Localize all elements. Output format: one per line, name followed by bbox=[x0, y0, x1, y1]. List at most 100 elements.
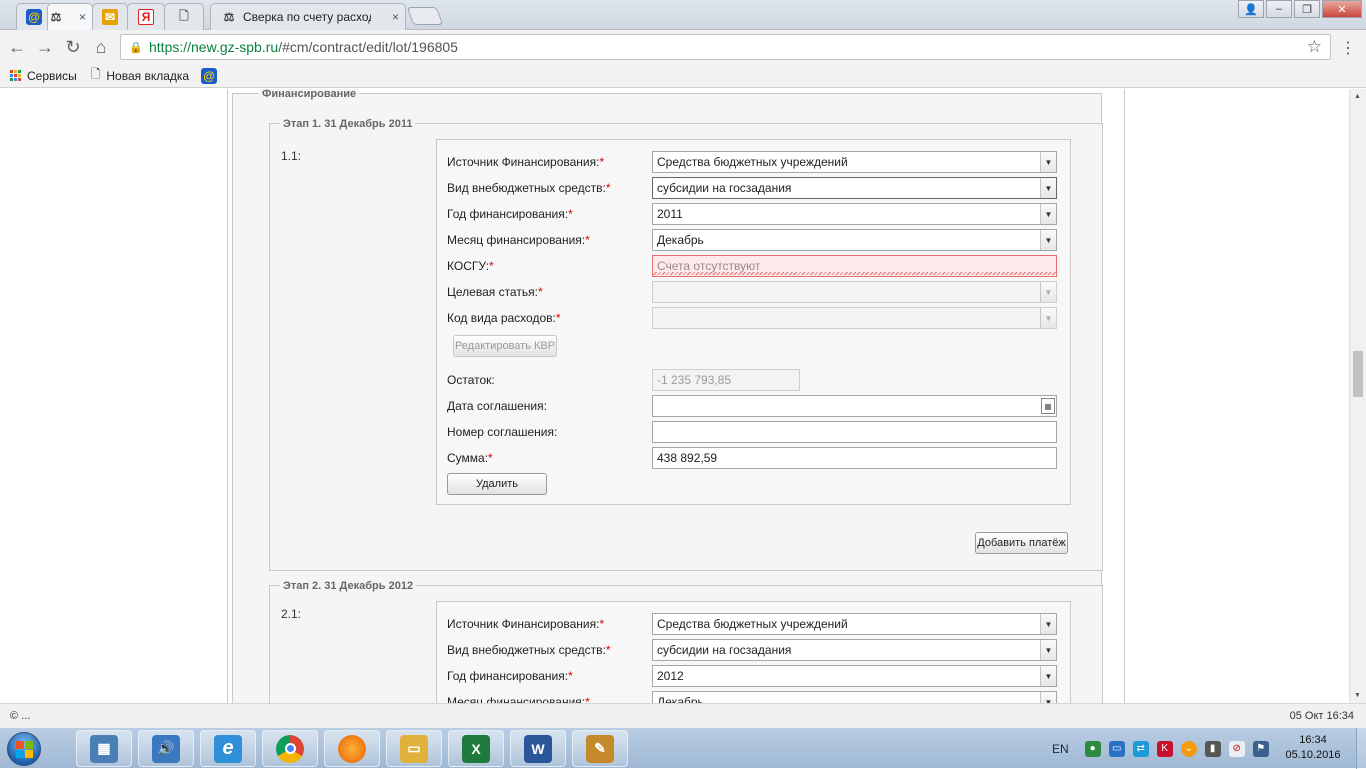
teamviewer-icon[interactable]: ⇄ bbox=[1132, 740, 1149, 757]
kosgu-input[interactable]: Счета отсутствуют bbox=[652, 255, 1057, 277]
back-button[interactable]: ← bbox=[6, 36, 28, 58]
tab-sverka[interactable]: ⚖ Сверка по счету расход × bbox=[210, 3, 406, 30]
display-icon[interactable]: ▭ bbox=[1108, 740, 1125, 757]
add-payment-button[interactable]: Добавить платёж bbox=[975, 532, 1068, 554]
year-select[interactable]: 2012 ▼ bbox=[652, 665, 1057, 687]
chevron-down-icon: ▼ bbox=[1040, 152, 1056, 172]
home-button[interactable]: ⌂ bbox=[90, 36, 112, 58]
bookmarks-bar: Сервисы 🗋 Новая вкладка @ bbox=[0, 64, 1366, 88]
offbudget-select[interactable]: субсидии на госзадания ▼ bbox=[652, 639, 1057, 661]
page-icon: 🗋 bbox=[179, 8, 189, 23]
home-icon: ⌂ bbox=[95, 36, 107, 57]
source-select[interactable]: Средства бюджетных учреждений ▼ bbox=[652, 613, 1057, 635]
tab-mail[interactable]: ✉ bbox=[92, 3, 128, 30]
paint-icon: ✎ bbox=[586, 734, 614, 763]
menu-icon[interactable]: ⋮ bbox=[1340, 38, 1356, 58]
month-select[interactable]: Декабрь ▼ bbox=[652, 229, 1057, 251]
financing-fieldset: Финансирование Этап 1. 31 Декабрь 2011 1… bbox=[232, 89, 1103, 703]
clock-time: 16:34 bbox=[1299, 734, 1327, 746]
agreement-date-input[interactable]: ▦ bbox=[652, 395, 1057, 417]
apps-grid-icon bbox=[10, 70, 21, 81]
balance-input[interactable]: -1 235 793,85 bbox=[652, 369, 800, 391]
source-value: Средства бюджетных учреждений bbox=[657, 155, 848, 169]
payment-1-1: Источник Финансирования:* Вид внебюджетн… bbox=[436, 139, 1071, 505]
sum-input[interactable]: 438 892,59 bbox=[652, 447, 1057, 469]
month-label: Месяц финансирования:* bbox=[447, 695, 590, 703]
scroll-up-icon[interactable]: ▲ bbox=[1354, 93, 1361, 100]
minimize-button[interactable]: – bbox=[1266, 0, 1292, 18]
taskbar-chrome[interactable] bbox=[262, 730, 318, 767]
stage-1-title: Этап 1. 31 Декабрь 2011 bbox=[280, 118, 416, 130]
usb-icon[interactable]: ▮ bbox=[1204, 740, 1221, 757]
year-select[interactable]: 2011 ▼ bbox=[652, 203, 1057, 225]
taskbar-clock[interactable]: 16:34 05.10.2016 bbox=[1280, 733, 1346, 763]
tab-gz-spb[interactable]: ⚖ × bbox=[47, 3, 93, 30]
close-window-button[interactable]: ✕ bbox=[1322, 0, 1362, 18]
address-bar[interactable]: 🔒 https://new.gz-spb.ru/#cm/contract/edi… bbox=[120, 34, 1331, 60]
start-button[interactable] bbox=[2, 729, 46, 769]
close-tab-icon[interactable]: × bbox=[79, 10, 86, 24]
reload-button[interactable]: ↻ bbox=[62, 36, 84, 58]
source-label: Источник Финансирования:* bbox=[447, 617, 605, 631]
mailru-at-icon: @ bbox=[26, 9, 42, 25]
year-value: 2012 bbox=[657, 669, 684, 683]
url-text: https://new.gz-spb.ru/#cm/contract/edit/… bbox=[149, 39, 458, 55]
edit-kvr-button[interactable]: Редактировать КВР bbox=[453, 335, 557, 357]
action-center-icon[interactable]: ⚑ bbox=[1252, 740, 1269, 757]
tab-blank[interactable]: 🗋 bbox=[164, 3, 204, 30]
kaspersky-icon[interactable]: K bbox=[1156, 740, 1173, 757]
balance-label: Остаток: bbox=[447, 373, 495, 387]
required-mark: * bbox=[488, 451, 493, 465]
offbudget-label: Вид внебюджетных средств:* bbox=[447, 181, 611, 195]
taskbar-firefox[interactable] bbox=[324, 730, 380, 767]
language-indicator[interactable]: EN bbox=[1052, 742, 1069, 756]
year-label: Год финансирования:* bbox=[447, 207, 573, 221]
required-mark: * bbox=[585, 233, 590, 247]
bookmark-label: Новая вкладка bbox=[106, 68, 190, 83]
taskbar-volume[interactable]: 🔊 bbox=[138, 730, 194, 767]
agreement-number-input[interactable] bbox=[652, 421, 1057, 443]
taskbar-excel[interactable]: X bbox=[448, 730, 504, 767]
taskbar-explorer[interactable]: ▭ bbox=[386, 730, 442, 767]
bookmark-services[interactable]: Сервисы bbox=[10, 69, 77, 83]
target-select[interactable]: ▼ bbox=[652, 281, 1057, 303]
tab-yandex[interactable]: Я bbox=[127, 3, 165, 30]
delete-button[interactable]: Удалить bbox=[447, 473, 547, 495]
offbudget-select[interactable]: субсидии на госзадания ▼ bbox=[652, 177, 1057, 199]
bookmark-new-tab[interactable]: 🗋 Новая вкладка bbox=[91, 65, 189, 86]
new-tab-button[interactable] bbox=[406, 7, 444, 25]
taskbar-word[interactable]: W bbox=[510, 730, 566, 767]
scroll-down-icon[interactable]: ▼ bbox=[1354, 692, 1361, 699]
show-desktop-button[interactable] bbox=[1356, 728, 1366, 769]
volume-muted-icon[interactable]: ⊘ bbox=[1228, 740, 1245, 757]
forward-button[interactable]: → bbox=[34, 36, 56, 58]
bookmark-star-icon[interactable]: ☆ bbox=[1307, 37, 1322, 57]
target-label: Целевая статья:* bbox=[447, 285, 543, 299]
close-tab-icon[interactable]: × bbox=[392, 10, 399, 24]
restore-button[interactable]: ❐ bbox=[1294, 0, 1320, 18]
required-mark: * bbox=[599, 617, 605, 631]
user-profile-button[interactable]: 👤 bbox=[1238, 0, 1264, 18]
month-select[interactable]: Декабрь ▼ bbox=[652, 691, 1057, 703]
firefox-icon bbox=[338, 734, 366, 763]
chrome-icon bbox=[276, 734, 304, 763]
chevron-down-icon: ▼ bbox=[1040, 282, 1056, 302]
taskbar-ie[interactable]: e bbox=[200, 730, 256, 767]
month-value: Декабрь bbox=[657, 233, 704, 247]
source-select[interactable]: Средства бюджетных учреждений ▼ bbox=[652, 151, 1057, 173]
kosgu-label: КОСГУ:* bbox=[447, 259, 494, 273]
bookmark-mailru[interactable]: @ bbox=[201, 67, 218, 84]
url-host: https://new.gz-spb.ru bbox=[149, 39, 279, 55]
required-mark: * bbox=[568, 669, 573, 683]
taskbar-paint[interactable]: ✎ bbox=[572, 730, 628, 767]
calendar-icon[interactable]: ▦ bbox=[1041, 398, 1055, 414]
yandex-icon: Я bbox=[138, 9, 154, 25]
offbudget-value: субсидии на госзадания bbox=[657, 643, 792, 657]
network-icon[interactable]: ● bbox=[1084, 740, 1101, 757]
expense-code-select[interactable]: ▼ bbox=[652, 307, 1057, 329]
close-icon: ✕ bbox=[1337, 3, 1347, 16]
vertical-scrollbar[interactable]: ▲ ▼ bbox=[1349, 89, 1366, 703]
scrollbar-thumb[interactable] bbox=[1353, 351, 1363, 397]
taskbar-calculator[interactable]: ▦ bbox=[76, 730, 132, 767]
update-icon[interactable]: ⌄ bbox=[1180, 740, 1197, 757]
